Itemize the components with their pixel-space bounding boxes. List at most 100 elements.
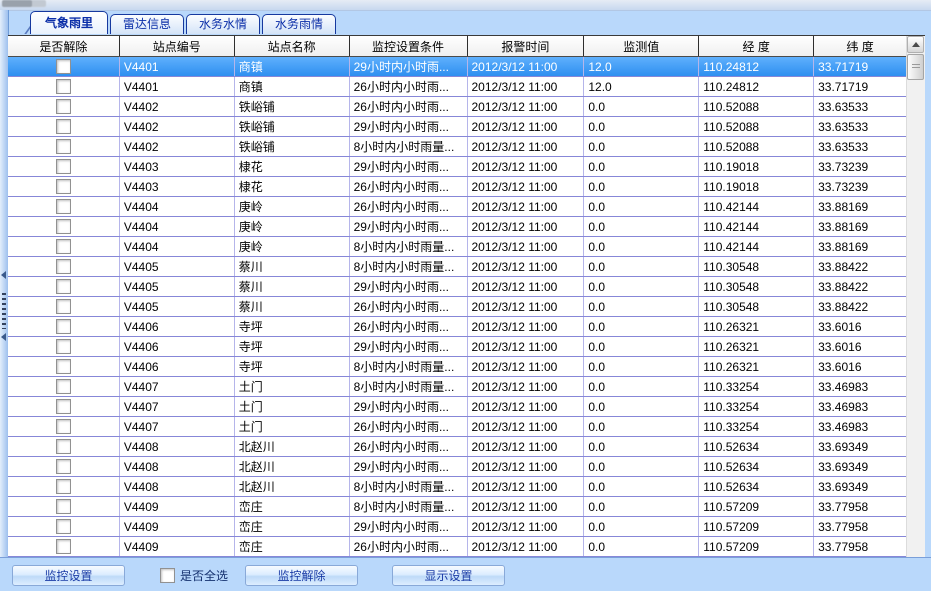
release-checkbox[interactable] [56, 319, 71, 334]
column-header-3[interactable]: 站点名称 [235, 36, 350, 56]
row-cell-checkbox [8, 497, 120, 516]
release-checkbox[interactable] [56, 79, 71, 94]
row-cell-alarm_time: 2012/3/12 11:00 [468, 357, 585, 376]
collapse-left-icon[interactable] [1, 271, 6, 279]
release-checkbox[interactable] [56, 139, 71, 154]
release-checkbox[interactable] [56, 279, 71, 294]
release-checkbox[interactable] [56, 159, 71, 174]
table-row[interactable]: V4408北赵川26小时内小时雨...2012/3/12 11:000.0110… [8, 437, 906, 457]
row-cell-alarm_time: 2012/3/12 11:00 [468, 477, 585, 496]
table-row[interactable]: V4402铁峪铺29小时内小时雨...2012/3/12 11:000.0110… [8, 117, 906, 137]
select-all-checkbox[interactable] [160, 568, 175, 583]
table-row[interactable]: V4401商镇29小时内小时雨...2012/3/12 11:0012.0110… [8, 57, 906, 77]
release-checkbox[interactable] [56, 59, 71, 74]
release-checkbox[interactable] [56, 399, 71, 414]
table-row[interactable]: V4409峦庄29小时内小时雨...2012/3/12 11:000.0110.… [8, 517, 906, 537]
release-checkbox[interactable] [56, 199, 71, 214]
release-checkbox[interactable] [56, 259, 71, 274]
table-row[interactable]: V4405蔡川8小时内小时雨量...2012/3/12 11:000.0110.… [8, 257, 906, 277]
table-row[interactable]: V4406寺坪26小时内小时雨...2012/3/12 11:000.0110.… [8, 317, 906, 337]
release-checkbox[interactable] [56, 419, 71, 434]
row-cell-condition: 26小时内小时雨... [350, 537, 468, 556]
tab-4[interactable]: 水务雨情 [262, 14, 336, 34]
collapse-left-icon[interactable] [1, 333, 6, 341]
table-row[interactable]: V4406寺坪29小时内小时雨...2012/3/12 11:000.0110.… [8, 337, 906, 357]
row-cell-checkbox [8, 157, 120, 176]
row-cell-latitude: 33.63533 [814, 137, 906, 156]
row-cell-station_name: 土门 [235, 377, 350, 396]
release-checkbox[interactable] [56, 179, 71, 194]
release-checkbox[interactable] [56, 439, 71, 454]
release-checkbox[interactable] [56, 539, 71, 554]
column-header-6[interactable]: 监测值 [584, 36, 699, 56]
release-checkbox[interactable] [56, 119, 71, 134]
table-row[interactable]: V4407土门8小时内小时雨量...2012/3/12 11:000.0110.… [8, 377, 906, 397]
column-header-5[interactable]: 报警时间 [468, 36, 585, 56]
row-cell-checkbox [8, 377, 120, 396]
table-row[interactable]: V4407土门29小时内小时雨...2012/3/12 11:000.0110.… [8, 397, 906, 417]
vertical-scrollbar[interactable] [906, 36, 925, 558]
scrollbar-thumb[interactable] [907, 54, 924, 80]
release-checkbox[interactable] [56, 299, 71, 314]
column-header-4[interactable]: 监控设置条件 [350, 36, 468, 56]
display-settings-button[interactable]: 显示设置 [392, 565, 505, 586]
row-cell-value: 12.0 [584, 57, 699, 76]
table-row[interactable]: V4409峦庄8小时内小时雨量...2012/3/12 11:000.0110.… [8, 497, 906, 517]
row-cell-condition: 29小时内小时雨... [350, 397, 468, 416]
row-cell-station_id: V4406 [120, 337, 235, 356]
row-cell-value: 0.0 [584, 117, 699, 136]
table-row[interactable]: V4406寺坪8小时内小时雨量...2012/3/12 11:000.0110.… [8, 357, 906, 377]
column-header-2[interactable]: 站点编号 [120, 36, 235, 56]
row-cell-condition: 8小时内小时雨量... [350, 377, 468, 396]
table-row[interactable]: V4408北赵川29小时内小时雨...2012/3/12 11:000.0110… [8, 457, 906, 477]
release-checkbox[interactable] [56, 99, 71, 114]
table-row[interactable]: V4408北赵川8小时内小时雨量...2012/3/12 11:000.0110… [8, 477, 906, 497]
tab-1[interactable]: 气象雨里 [30, 11, 108, 34]
table-row[interactable]: V4405蔡川29小时内小时雨...2012/3/12 11:000.0110.… [8, 277, 906, 297]
row-cell-condition: 8小时内小时雨量... [350, 237, 468, 256]
row-cell-alarm_time: 2012/3/12 11:00 [468, 77, 585, 96]
release-checkbox[interactable] [56, 459, 71, 474]
window-control-blob [2, 0, 32, 7]
tab-2[interactable]: 雷达信息 [110, 14, 184, 34]
row-cell-value: 0.0 [584, 157, 699, 176]
column-header-7[interactable]: 经 度 [699, 36, 814, 56]
release-checkbox[interactable] [56, 219, 71, 234]
row-cell-station_id: V4409 [120, 517, 235, 536]
row-cell-station_id: V4404 [120, 217, 235, 236]
column-header-1[interactable]: 是否解除 [8, 36, 120, 56]
tab-3[interactable]: 水务水情 [186, 14, 260, 34]
table-row[interactable]: V4404庚岭8小时内小时雨量...2012/3/12 11:000.0110.… [8, 237, 906, 257]
row-cell-longitude: 110.52634 [699, 437, 814, 456]
monitor-settings-button[interactable]: 监控设置 [12, 565, 125, 586]
row-cell-condition: 8小时内小时雨量... [350, 137, 468, 156]
release-checkbox[interactable] [56, 239, 71, 254]
row-cell-condition: 29小时内小时雨... [350, 337, 468, 356]
row-cell-latitude: 33.77958 [814, 517, 906, 536]
table-row[interactable]: V4407土门26小时内小时雨...2012/3/12 11:000.0110.… [8, 417, 906, 437]
table-row[interactable]: V4403棣花29小时内小时雨...2012/3/12 11:000.0110.… [8, 157, 906, 177]
table-row[interactable]: V4405蔡川26小时内小时雨...2012/3/12 11:000.0110.… [8, 297, 906, 317]
table-row[interactable]: V4409峦庄26小时内小时雨...2012/3/12 11:000.0110.… [8, 537, 906, 557]
table-row[interactable]: V4401商镇26小时内小时雨...2012/3/12 11:0012.0110… [8, 77, 906, 97]
table-row[interactable]: V4403棣花26小时内小时雨...2012/3/12 11:000.0110.… [8, 177, 906, 197]
table-row[interactable]: V4402铁峪铺8小时内小时雨量...2012/3/12 11:000.0110… [8, 137, 906, 157]
release-checkbox[interactable] [56, 479, 71, 494]
row-cell-alarm_time: 2012/3/12 11:00 [468, 277, 585, 296]
row-cell-condition: 29小时内小时雨... [350, 157, 468, 176]
release-checkbox[interactable] [56, 499, 71, 514]
scroll-up-button[interactable] [907, 36, 924, 53]
release-checkbox[interactable] [56, 339, 71, 354]
table-row[interactable]: V4404庚岭26小时内小时雨...2012/3/12 11:000.0110.… [8, 197, 906, 217]
row-cell-checkbox [8, 457, 120, 476]
release-checkbox[interactable] [56, 359, 71, 374]
column-header-8[interactable]: 纬 度 [814, 36, 906, 56]
row-cell-latitude: 33.71719 [814, 77, 906, 96]
splitter-drag-handle[interactable] [2, 293, 6, 329]
release-checkbox[interactable] [56, 379, 71, 394]
row-cell-checkbox [8, 437, 120, 456]
table-row[interactable]: V4402铁峪铺26小时内小时雨...2012/3/12 11:000.0110… [8, 97, 906, 117]
monitor-release-button[interactable]: 监控解除 [245, 565, 358, 586]
release-checkbox[interactable] [56, 519, 71, 534]
table-row[interactable]: V4404庚岭29小时内小时雨...2012/3/12 11:000.0110.… [8, 217, 906, 237]
